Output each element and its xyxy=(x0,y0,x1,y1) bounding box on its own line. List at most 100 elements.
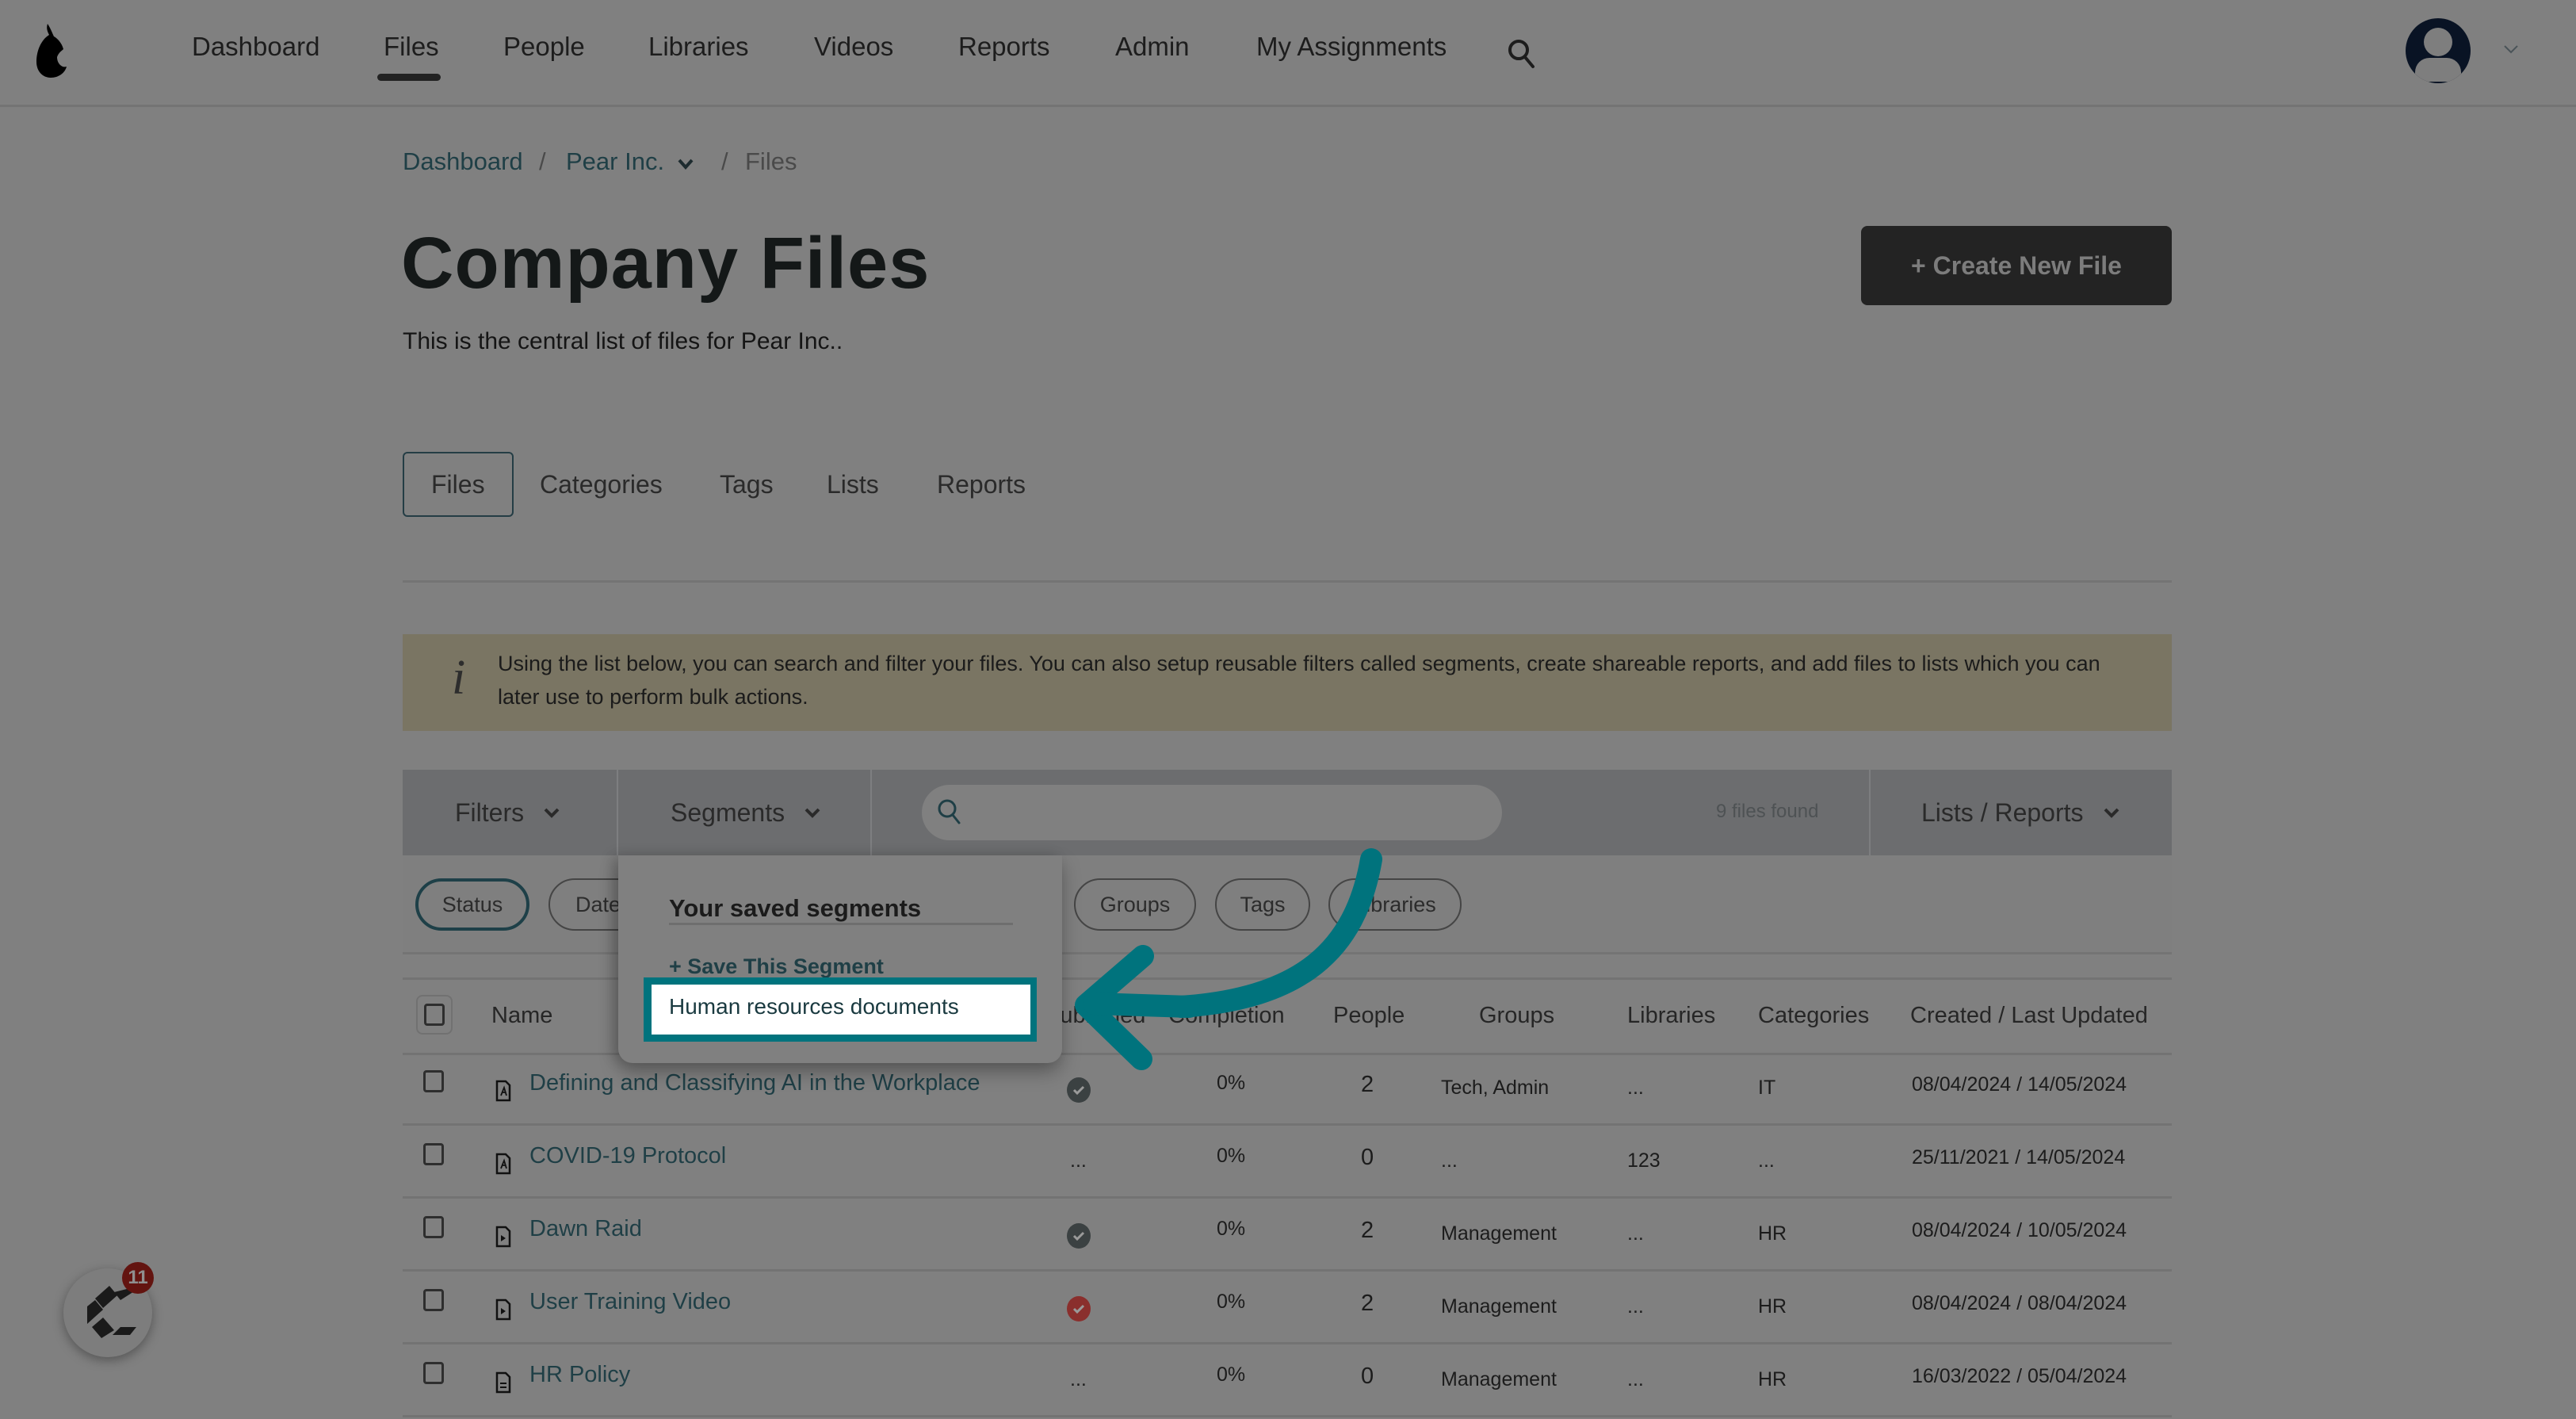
tab-files[interactable]: Files xyxy=(403,452,514,517)
file-name-link[interactable]: HR Policy xyxy=(529,1362,630,1388)
nav-files[interactable]: Files xyxy=(384,32,439,62)
published-check-icon xyxy=(1067,1296,1091,1321)
libraries-value: ... xyxy=(1627,1368,1644,1390)
tab-reports[interactable]: Reports xyxy=(937,452,1026,517)
breadcrumb-dashboard[interactable]: Dashboard xyxy=(403,147,523,176)
people-count: 0 xyxy=(1361,1145,1374,1170)
select-all-checkbox[interactable] xyxy=(416,995,453,1035)
dates-value: 08/04/2024 / 08/04/2024 xyxy=(1912,1292,2127,1314)
completion-value: 0% xyxy=(1217,1218,1246,1240)
document-file-icon xyxy=(495,1371,511,1394)
column-header-libraries[interactable]: Libraries xyxy=(1627,1003,1715,1029)
section-divider xyxy=(403,580,2172,583)
checkbox[interactable] xyxy=(424,1004,445,1026)
breadcrumb-files: Files xyxy=(745,147,797,175)
column-header-created-updated[interactable]: Created / Last Updated xyxy=(1910,1003,2148,1029)
chevron-down-icon[interactable] xyxy=(2503,41,2519,57)
nav-videos[interactable]: Videos xyxy=(814,32,893,62)
filters-dropdown-button[interactable]: Filters xyxy=(455,770,560,855)
libraries-value: 123 xyxy=(1627,1149,1661,1172)
people-count: 0 xyxy=(1361,1364,1374,1389)
row-divider xyxy=(403,1342,2172,1344)
chevron-down-icon xyxy=(805,808,820,818)
categories-value: IT xyxy=(1758,1077,1776,1099)
file-name-link[interactable]: Defining and Classifying AI in the Workp… xyxy=(529,1070,980,1096)
video-file-icon xyxy=(495,1226,511,1248)
files-found-count: 9 files found xyxy=(1716,801,1819,822)
search-icon[interactable] xyxy=(1506,36,1538,71)
create-new-file-button[interactable]: + Create New File xyxy=(1861,226,2172,305)
tab-categories[interactable]: Categories xyxy=(540,452,663,517)
filter-chip-groups[interactable]: Groups xyxy=(1074,878,1196,931)
column-header-name[interactable]: Name xyxy=(491,1003,552,1029)
page-subtitle: This is the central list of files for Pe… xyxy=(403,328,843,354)
lists-reports-dropdown-button[interactable]: Lists / Reports xyxy=(1921,770,2120,855)
published-check-icon xyxy=(1067,1077,1091,1103)
dates-value: 25/11/2021 / 14/05/2024 xyxy=(1912,1146,2126,1168)
row-checkbox[interactable] xyxy=(423,1143,444,1165)
breadcrumb-pear-inc[interactable]: Pear Inc. xyxy=(566,147,664,176)
row-checkbox[interactable] xyxy=(423,1216,444,1238)
info-text: Using the list below, you can search and… xyxy=(498,652,2100,709)
published-status: ... xyxy=(1070,1149,1087,1172)
save-segment-link[interactable]: + Save This Segment xyxy=(669,954,884,979)
lists-reports-label: Lists / Reports xyxy=(1921,797,2084,827)
nav-my-assignments[interactable]: My Assignments xyxy=(1256,32,1447,62)
column-header-people[interactable]: People xyxy=(1333,1003,1405,1029)
row-checkbox[interactable] xyxy=(423,1289,444,1311)
heading-underline xyxy=(669,923,1013,925)
completion-value: 0% xyxy=(1217,1072,1246,1094)
search-icon xyxy=(935,797,964,827)
filter-chip-libraries[interactable]: Libraries xyxy=(1328,878,1462,931)
info-icon: i xyxy=(452,651,466,705)
people-count: 2 xyxy=(1361,1218,1374,1243)
categories-value: HR xyxy=(1758,1222,1787,1245)
toolbar-separator xyxy=(617,770,618,855)
file-name-link[interactable]: Dawn Raid xyxy=(529,1216,642,1242)
groups-value: Management xyxy=(1441,1368,1557,1390)
segments-label: Segments xyxy=(671,797,785,827)
chevron-down-icon xyxy=(2104,808,2119,818)
row-checkbox[interactable] xyxy=(423,1070,444,1092)
column-header-completion[interactable]: Completion xyxy=(1168,1003,1285,1029)
video-file-icon xyxy=(495,1299,511,1321)
search-input[interactable] xyxy=(922,785,1502,840)
libraries-value: ... xyxy=(1627,1077,1644,1099)
row-checkbox[interactable] xyxy=(423,1362,444,1384)
chevron-down-icon xyxy=(544,808,560,818)
column-header-groups[interactable]: Groups xyxy=(1479,1003,1554,1029)
nav-libraries[interactable]: Libraries xyxy=(648,32,749,62)
row-divider xyxy=(403,1196,2172,1199)
file-name-link[interactable]: User Training Video xyxy=(529,1289,731,1315)
nav-admin[interactable]: Admin xyxy=(1115,32,1190,62)
segments-dropdown-button[interactable]: Segments xyxy=(671,770,821,855)
categories-value: ... xyxy=(1758,1149,1775,1172)
segment-item-human-resources[interactable]: Human resources documents xyxy=(652,985,1030,1035)
row-divider xyxy=(403,1123,2172,1126)
completion-value: 0% xyxy=(1217,1291,1246,1313)
pear-logo-icon[interactable] xyxy=(30,22,71,79)
groups-value: ... xyxy=(1441,1149,1458,1172)
categories-value: HR xyxy=(1758,1295,1787,1318)
tab-lists[interactable]: Lists xyxy=(827,452,879,517)
people-count: 2 xyxy=(1361,1072,1374,1097)
filter-chip-tags[interactable]: Tags xyxy=(1215,878,1310,931)
people-count: 2 xyxy=(1361,1291,1374,1316)
tab-tags[interactable]: Tags xyxy=(720,452,774,517)
nav-people[interactable]: People xyxy=(503,32,585,62)
published-check-icon xyxy=(1067,1223,1091,1249)
nav-reports[interactable]: Reports xyxy=(958,32,1050,62)
page-title: Company Files xyxy=(401,223,931,304)
filter-chip-status[interactable]: Status xyxy=(415,878,529,931)
chevron-down-icon[interactable] xyxy=(677,157,694,171)
column-header-categories[interactable]: Categories xyxy=(1758,1003,1869,1029)
user-avatar-icon[interactable] xyxy=(2406,18,2471,83)
groups-value: Tech, Admin xyxy=(1441,1077,1550,1099)
toolbar-separator xyxy=(1869,770,1871,855)
nav-dashboard[interactable]: Dashboard xyxy=(192,32,319,62)
filters-label: Filters xyxy=(455,797,525,827)
file-name-link[interactable]: COVID-19 Protocol xyxy=(529,1143,726,1169)
saved-segments-heading: Your saved segments xyxy=(669,894,922,922)
pdf-file-icon xyxy=(495,1080,511,1102)
completion-value: 0% xyxy=(1217,1145,1246,1167)
